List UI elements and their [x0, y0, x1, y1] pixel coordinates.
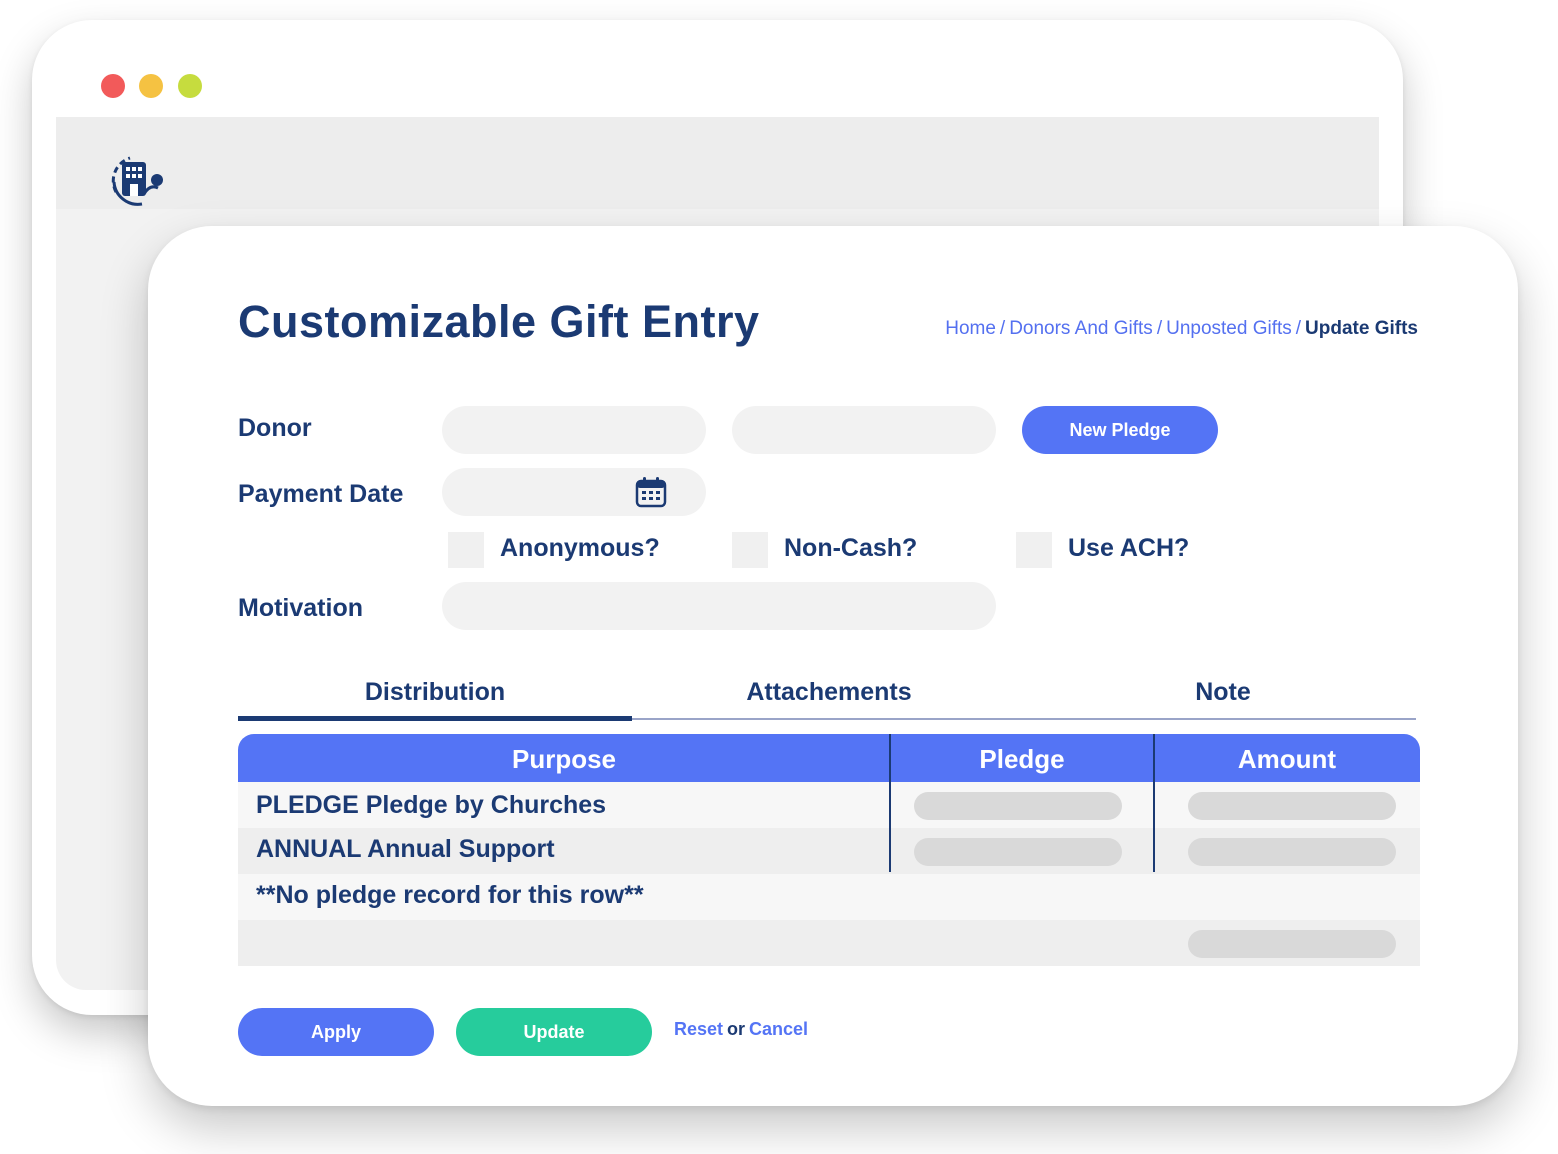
- apply-button[interactable]: Apply: [238, 1008, 434, 1056]
- breadcrumb-donors-and-gifts[interactable]: Donors And Gifts: [1009, 318, 1153, 339]
- anonymous-label: Anonymous?: [500, 534, 660, 562]
- tab-distribution[interactable]: Distribution: [238, 678, 632, 707]
- donor-input-1[interactable]: [442, 406, 706, 454]
- noncash-checkbox[interactable]: [732, 532, 768, 568]
- amount-input[interactable]: [1188, 838, 1396, 866]
- background-window-header: [56, 117, 1379, 209]
- calendar-icon[interactable]: [635, 476, 667, 508]
- breadcrumb-separator: /: [1156, 318, 1163, 339]
- building-heart-icon: [111, 156, 163, 206]
- table-header: Purpose Pledge Amount: [238, 734, 1420, 782]
- ach-label: Use ACH?: [1068, 534, 1190, 562]
- motivation-label: Motivation: [238, 594, 363, 622]
- gift-entry-card: [148, 226, 1518, 1106]
- amount-input[interactable]: [1188, 792, 1396, 820]
- tab-attachements[interactable]: Attachements: [632, 678, 1026, 707]
- or-text: or: [727, 1019, 746, 1039]
- new-pledge-button[interactable]: New Pledge: [1022, 406, 1218, 454]
- reset-cancel-links: Reset or Cancel: [674, 1019, 808, 1040]
- payment-date-label: Payment Date: [238, 480, 404, 508]
- window-maximize-button[interactable]: [178, 74, 202, 98]
- anonymous-checkbox[interactable]: [448, 532, 484, 568]
- column-header-amount: Amount: [1237, 744, 1337, 774]
- tab-note[interactable]: Note: [1026, 678, 1420, 707]
- column-divider: [1153, 734, 1155, 872]
- breadcrumb: Home / Donors And Gifts / Unposted Gifts / Upd…: [945, 318, 1418, 340]
- breadcrumb-current: Update Gifts: [1305, 318, 1418, 339]
- window-close-button[interactable]: [101, 74, 125, 98]
- window-minimize-button[interactable]: [139, 74, 163, 98]
- column-header-purpose: Purpose: [511, 744, 617, 774]
- column-divider: [889, 734, 891, 872]
- motivation-input[interactable]: [442, 582, 996, 630]
- donor-label: Donor: [238, 414, 312, 442]
- breadcrumb-home[interactable]: Home: [945, 318, 996, 339]
- column-header-pledge: Pledge: [979, 744, 1065, 774]
- breadcrumb-unposted-gifts[interactable]: Unposted Gifts: [1166, 318, 1292, 339]
- row-purpose: PLEDGE Pledge by Churches: [256, 791, 607, 819]
- stage: Customizable Gift Entry Home / Donors And …: [0, 0, 1558, 1154]
- pledge-input[interactable]: [914, 792, 1122, 820]
- pledge-input[interactable]: [914, 838, 1122, 866]
- donor-input-2[interactable]: [732, 406, 996, 454]
- amount-input[interactable]: [1188, 930, 1396, 958]
- ach-checkbox[interactable]: [1016, 532, 1052, 568]
- noncash-label: Non-Cash?: [784, 534, 918, 562]
- row-note: **No pledge record for this row**: [256, 881, 644, 909]
- reset-link[interactable]: Reset: [674, 1019, 723, 1039]
- breadcrumb-separator: /: [999, 318, 1006, 339]
- page-title: Customizable Gift Entry: [238, 296, 760, 347]
- breadcrumb-separator: /: [1295, 318, 1302, 339]
- tab-active-indicator: [238, 716, 632, 721]
- row-purpose: ANNUAL Annual Support: [256, 835, 555, 863]
- update-button[interactable]: Update: [456, 1008, 652, 1056]
- cancel-link[interactable]: Cancel: [749, 1019, 808, 1039]
